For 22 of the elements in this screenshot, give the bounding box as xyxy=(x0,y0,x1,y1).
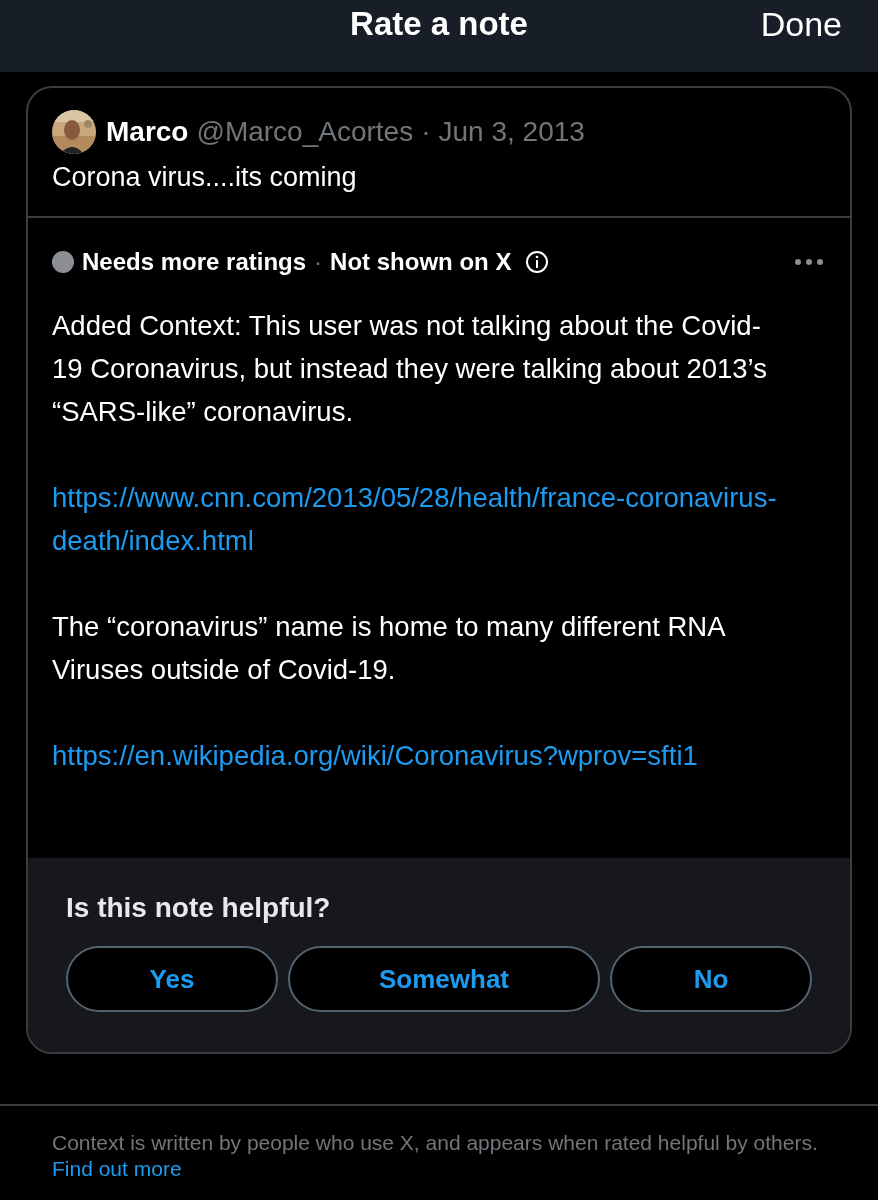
more-icon[interactable] xyxy=(794,258,824,266)
rating-question: Is this note helpful? xyxy=(66,892,332,924)
footer-text: Context is written by people who use X, and appears when rated helpful by others. Find out more xyxy=(52,1130,819,1182)
rating-option-button[interactable]: No xyxy=(610,946,812,1012)
info-icon[interactable] xyxy=(525,250,550,274)
note-paragraph: Added Context: This user was not talking about the Covid-19 Coronavirus, but instead they were talking about 2013’s “SARS-like” coronavirus. xyxy=(52,309,768,429)
separator-dot: · xyxy=(314,248,323,276)
rating-option-button[interactable]: Somewhat xyxy=(288,946,600,1012)
done-button[interactable]: Done xyxy=(760,4,842,44)
post-text: Corona virus....its coming xyxy=(52,162,358,193)
screen-title: Rate a note xyxy=(350,5,528,43)
find-out-more-link[interactable]: Find out more xyxy=(52,1157,182,1180)
separator-dot: · xyxy=(421,116,431,148)
link[interactable]: https://www.cnn.com/2013/05/28/health/france-coronavirus-death/index.html xyxy=(52,476,782,562)
post-date: Jun 3, 2013 xyxy=(438,116,585,148)
note-status: Needs more ratings xyxy=(82,248,307,276)
author-name: Marco xyxy=(106,116,189,148)
author-handle: @Marco_Acortes xyxy=(196,116,414,148)
note-visibility: Not shown on X xyxy=(330,248,512,276)
link[interactable]: https://en.wikipedia.org/wiki/Coronavirus?wprov=sfti1 xyxy=(52,734,782,777)
rating-option-button[interactable]: Yes xyxy=(66,946,278,1012)
note-paragraph: The “coronavirus” name is home to many different RNA Viruses outside of Covid-19. xyxy=(52,610,726,687)
